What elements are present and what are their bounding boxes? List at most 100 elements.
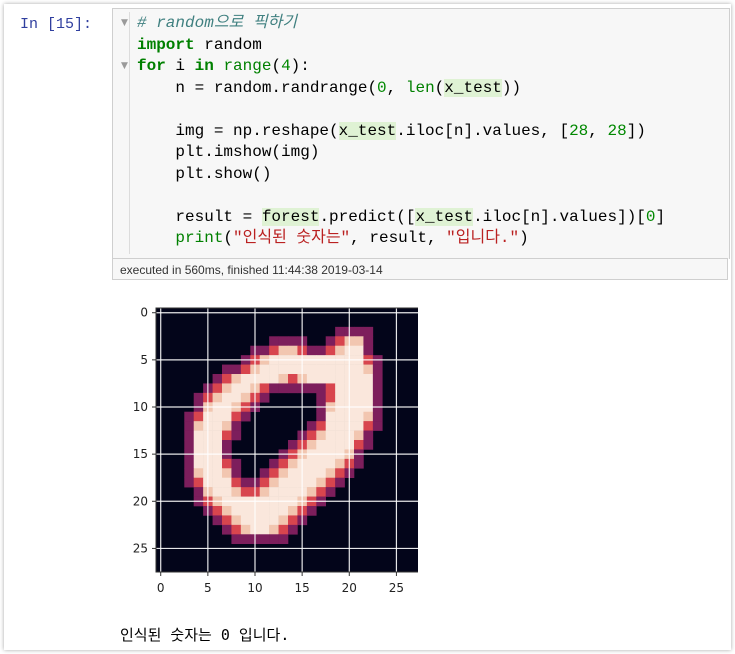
heatmap-cell	[212, 468, 223, 479]
heatmap-cell	[306, 374, 317, 384]
y-tick-label: 5	[140, 353, 148, 367]
heatmap-cell	[193, 430, 204, 441]
code-highlight: x_test	[415, 207, 474, 226]
code-number: 28	[607, 121, 627, 140]
y-tick-label: 0	[140, 306, 148, 320]
heatmap-cell	[354, 440, 364, 450]
code-comment: # random으로 픽하기	[137, 14, 298, 32]
heatmap-cell	[184, 468, 195, 479]
heatmap-cell	[372, 421, 383, 431]
heatmap-cell	[269, 468, 279, 479]
heatmap-cell	[259, 487, 270, 497]
code-text: ))	[501, 78, 522, 97]
heatmap-cell	[212, 383, 223, 394]
heatmap-cell	[231, 421, 242, 431]
x-tick-label: 5	[204, 581, 212, 595]
heatmap-cell	[278, 515, 289, 526]
heatmap-cell	[363, 440, 374, 450]
heatmap-cell	[212, 374, 223, 384]
heatmap-cell	[212, 392, 223, 403]
code-string: "인식된 숫자는"	[233, 229, 351, 247]
heatmap-cell	[325, 374, 336, 384]
heatmap-cell	[363, 411, 374, 422]
code-text: n = random.randrange(	[137, 78, 378, 97]
heatmap-cell	[278, 345, 289, 356]
code-editor[interactable]: # random으로 픽하기 import random for i in ra…	[137, 13, 665, 250]
heatmap-cell	[212, 411, 223, 422]
y-tick-label: 10	[133, 400, 148, 414]
heatmap-cell	[259, 392, 270, 403]
heatmap-cell	[231, 411, 242, 422]
heatmap-cell	[354, 458, 364, 469]
fold-arrow-icon[interactable]: ▼	[121, 18, 128, 28]
heatmap-cell	[325, 364, 336, 375]
heatmap-cell	[325, 383, 336, 394]
heatmap-cell	[325, 345, 336, 356]
heatmap-cell	[316, 345, 327, 356]
heatmap-cell	[278, 524, 289, 535]
heatmap-cell	[288, 477, 298, 488]
heatmap-cell	[335, 345, 345, 356]
heatmap-cell	[363, 364, 374, 375]
code-text: (	[223, 229, 234, 247]
code-number: 28	[569, 121, 589, 140]
heatmap-cell	[335, 411, 345, 422]
heatmap-cell	[354, 421, 364, 431]
heatmap-cell	[231, 374, 242, 384]
heatmap-cell	[363, 374, 374, 384]
heatmap-cell	[335, 326, 345, 337]
heatmap-cell	[316, 411, 327, 422]
heatmap-cell	[259, 534, 270, 545]
heatmap-cell	[288, 345, 298, 356]
heatmap-cell	[354, 336, 364, 347]
heatmap-cell	[184, 440, 195, 450]
code-text: plt.imshow(img)	[137, 143, 320, 161]
heatmap-cell	[222, 411, 232, 422]
heatmap-cell	[316, 392, 327, 403]
heatmap-cell	[288, 487, 298, 497]
heatmap-cell	[335, 383, 345, 394]
heatmap-cell	[335, 364, 345, 375]
code-text: (	[434, 78, 445, 97]
heatmap-cell	[184, 421, 195, 431]
heatmap-cell	[354, 345, 364, 356]
heatmap-cell	[222, 440, 232, 450]
heatmap-cell	[193, 487, 204, 497]
heatmap-cell	[222, 392, 232, 403]
code-builtin: range	[223, 57, 272, 75]
heatmap-cell	[259, 477, 270, 488]
heatmap-cell	[316, 374, 327, 384]
heatmap-cell	[278, 477, 289, 488]
heatmap-cell	[278, 364, 289, 375]
heatmap-cell	[240, 392, 251, 403]
code-text: i	[165, 57, 195, 75]
heatmap-cell	[240, 524, 251, 535]
heatmap-cell	[240, 411, 251, 422]
heatmap-cell	[193, 440, 204, 450]
heatmap-cell	[231, 383, 242, 394]
heatmap-cell	[212, 458, 223, 469]
code-builtin: print	[175, 229, 224, 247]
heatmap-cell	[325, 477, 336, 488]
heatmap-cell	[363, 326, 374, 337]
heatmap-cell	[363, 345, 374, 356]
heatmap-cell	[325, 411, 336, 422]
heatmap-cell	[306, 458, 317, 469]
heatmap-cell	[306, 506, 317, 516]
execution-time-bar: executed in 560ms, finished 11:44:38 201…	[112, 258, 728, 280]
fold-arrow-icon[interactable]: ▼	[121, 61, 128, 71]
heatmap-cell	[335, 458, 345, 469]
heatmap-cell	[335, 468, 345, 479]
heatmap-cell	[259, 506, 270, 516]
heatmap-cell	[193, 421, 204, 431]
heatmap-cell	[259, 468, 270, 479]
heatmap-cell	[335, 392, 345, 403]
heatmap-cell	[325, 392, 336, 403]
heatmap-cell	[354, 430, 364, 441]
heatmap-cell	[306, 468, 317, 479]
heatmap-cell	[363, 383, 374, 394]
heatmap-cell	[240, 534, 251, 545]
heatmap-cell	[193, 411, 204, 422]
code-highlight: x_test	[338, 121, 397, 140]
